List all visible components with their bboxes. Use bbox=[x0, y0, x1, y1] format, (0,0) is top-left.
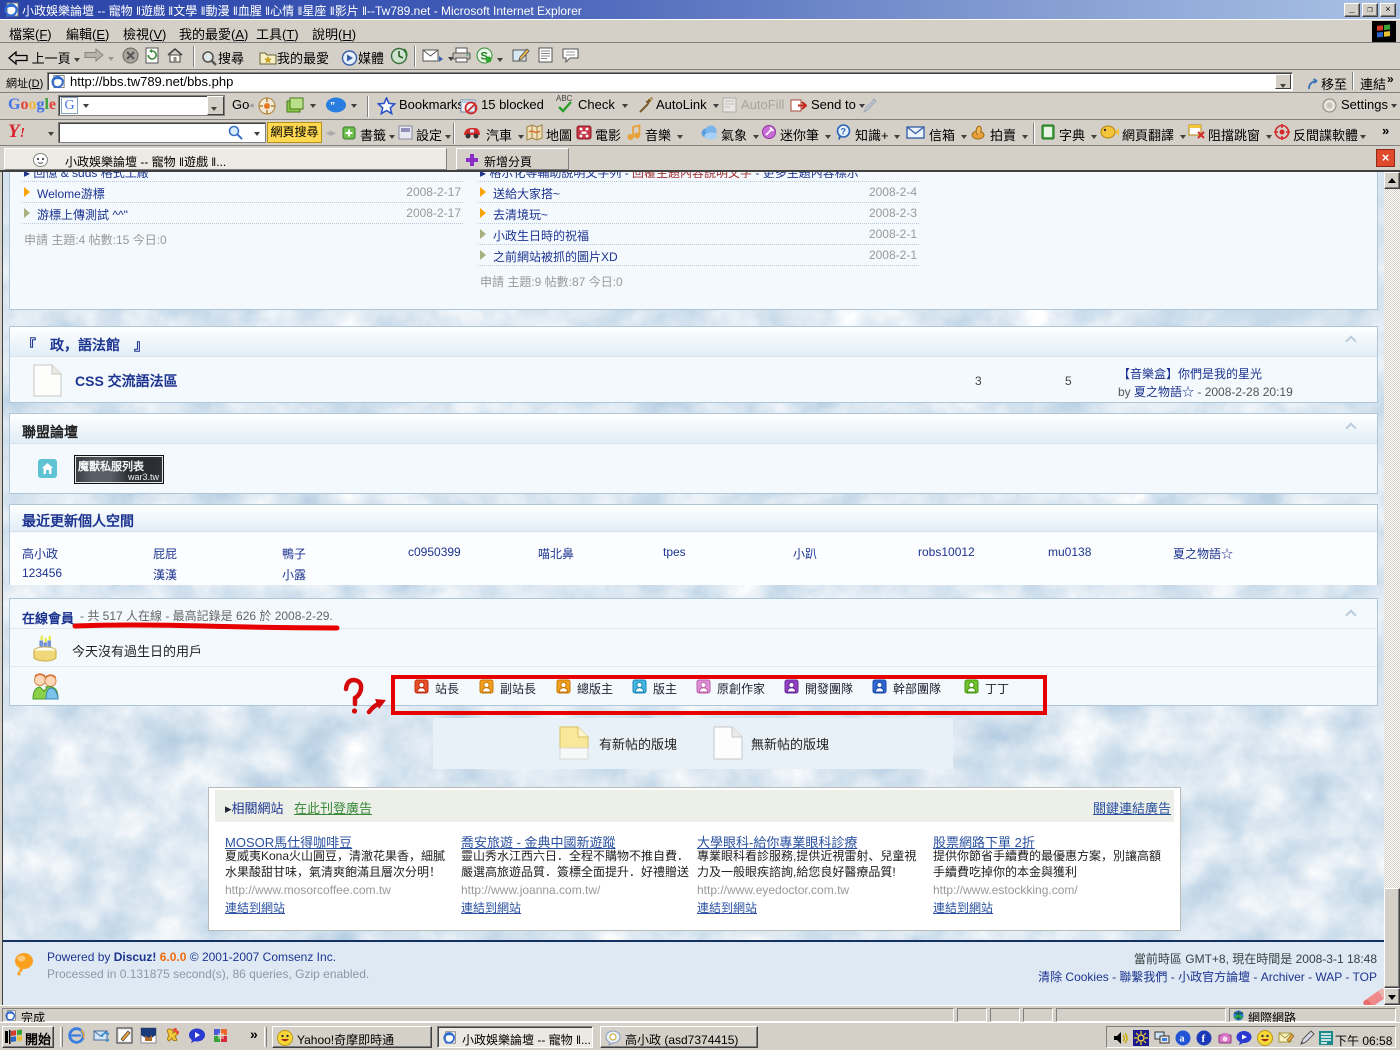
svg-text:”: ” bbox=[330, 101, 335, 112]
svg-text:f: f bbox=[1202, 1033, 1206, 1045]
svg-text:a: a bbox=[1180, 1034, 1185, 1045]
svg-text:?: ? bbox=[841, 127, 847, 137]
